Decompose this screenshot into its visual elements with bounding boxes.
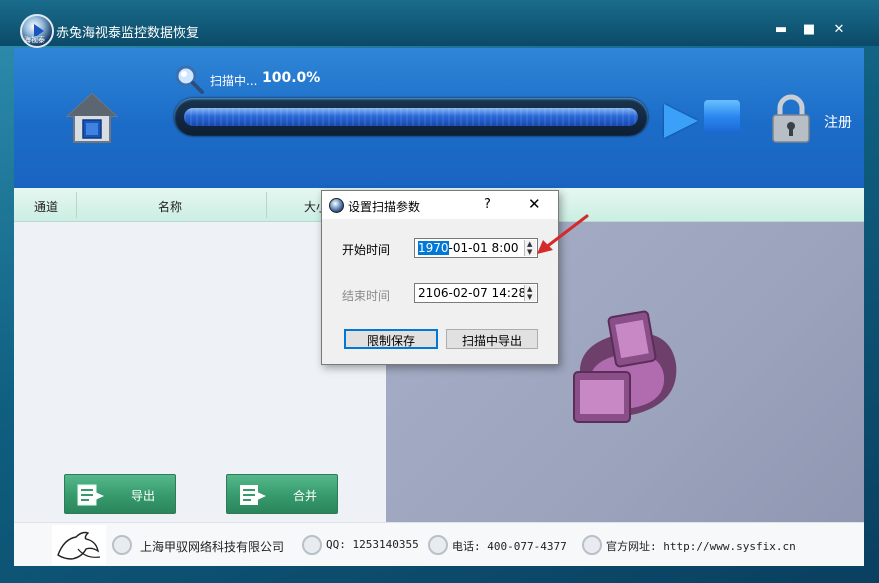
scan-progress-fill — [184, 108, 638, 126]
window-title: 赤兔海视泰监控数据恢复 — [56, 26, 200, 41]
merge-label: 合并 — [293, 489, 318, 503]
merge-icon — [240, 485, 266, 505]
footer: 上海甲驭网络科技有限公司 QQ: 1253140355 电话: 400-077-… — [14, 522, 864, 566]
start-time-year-selected: 1970 — [418, 241, 449, 255]
dialog-close-button[interactable]: ✕ — [528, 195, 541, 213]
horse-logo-icon — [52, 525, 106, 565]
minimize-button[interactable]: ▬ — [771, 22, 791, 37]
column-channel[interactable]: 通道 — [34, 198, 58, 215]
app-logo-icon: 海视泰 — [20, 14, 54, 48]
title-bar: 海视泰 赤兔海视泰监控数据恢复 ▬ ■ ✕ — [0, 0, 879, 48]
scan-settings-dialog: 设置扫描参数 ? ✕ 开始时间 1970-01-01 8:00 ▲ ▼ 结束时间 … — [321, 190, 559, 365]
dialog-app-icon — [329, 198, 344, 213]
end-time-spinner[interactable]: ▲ ▼ — [524, 285, 536, 301]
end-time-picker[interactable]: 2106-02-07 14:28 ▲ ▼ — [414, 283, 538, 303]
end-time-label: 结束时间 — [342, 289, 391, 303]
export-label: 导出 — [131, 489, 156, 503]
qq-number: QQ: 1253140355 — [326, 538, 419, 551]
qq-icon — [302, 535, 322, 555]
start-time-rest: -01-01 8:00 — [448, 241, 519, 255]
start-time-label: 开始时间 — [342, 243, 391, 257]
maximize-button[interactable]: ■ — [799, 22, 819, 37]
app-logo-text: 海视泰 — [24, 36, 45, 44]
limit-save-button[interactable]: 限制保存 — [344, 329, 438, 349]
company-name: 上海甲驭网络科技有限公司 — [140, 540, 285, 554]
scan-percent: 100.0% — [262, 70, 321, 86]
scan-status-label: 扫描中... — [210, 74, 258, 88]
register-label[interactable]: 注册 — [824, 112, 852, 132]
film-reel-icon — [573, 310, 677, 423]
website-icon — [582, 535, 602, 555]
dialog-title-bar: 设置扫描参数 ? ✕ — [322, 191, 558, 219]
phone-icon — [428, 535, 448, 555]
stop-icon[interactable] — [704, 100, 740, 134]
play-icon[interactable] — [664, 104, 698, 138]
dialog-title: 设置扫描参数 — [348, 200, 421, 214]
search-icon — [175, 65, 204, 94]
merge-button[interactable]: 合并 — [226, 474, 338, 514]
company-icon — [112, 535, 132, 555]
website-link[interactable]: 官方网址: http://www.sysfix.cn — [606, 538, 796, 554]
column-name[interactable]: 名称 — [158, 198, 182, 215]
end-time-value: 2106-02-07 14:28 — [418, 286, 527, 300]
export-button[interactable]: 导出 — [64, 474, 176, 514]
annotation-arrow-icon — [537, 214, 589, 254]
phone-number: 电话: 400-077-4377 — [452, 540, 567, 553]
scan-progress-bar — [174, 98, 648, 136]
export-icon — [77, 484, 104, 506]
lock-icon[interactable] — [770, 94, 812, 144]
export-during-scan-button[interactable]: 扫描中导出 — [446, 329, 538, 349]
home-icon[interactable] — [66, 92, 118, 144]
start-time-picker[interactable]: 1970-01-01 8:00 ▲ ▼ — [414, 238, 538, 258]
close-button[interactable]: ✕ — [829, 22, 849, 37]
header-toolbar: 扫描中... 100.0% 注册 — [14, 48, 864, 188]
dialog-help-button[interactable]: ? — [484, 197, 491, 212]
